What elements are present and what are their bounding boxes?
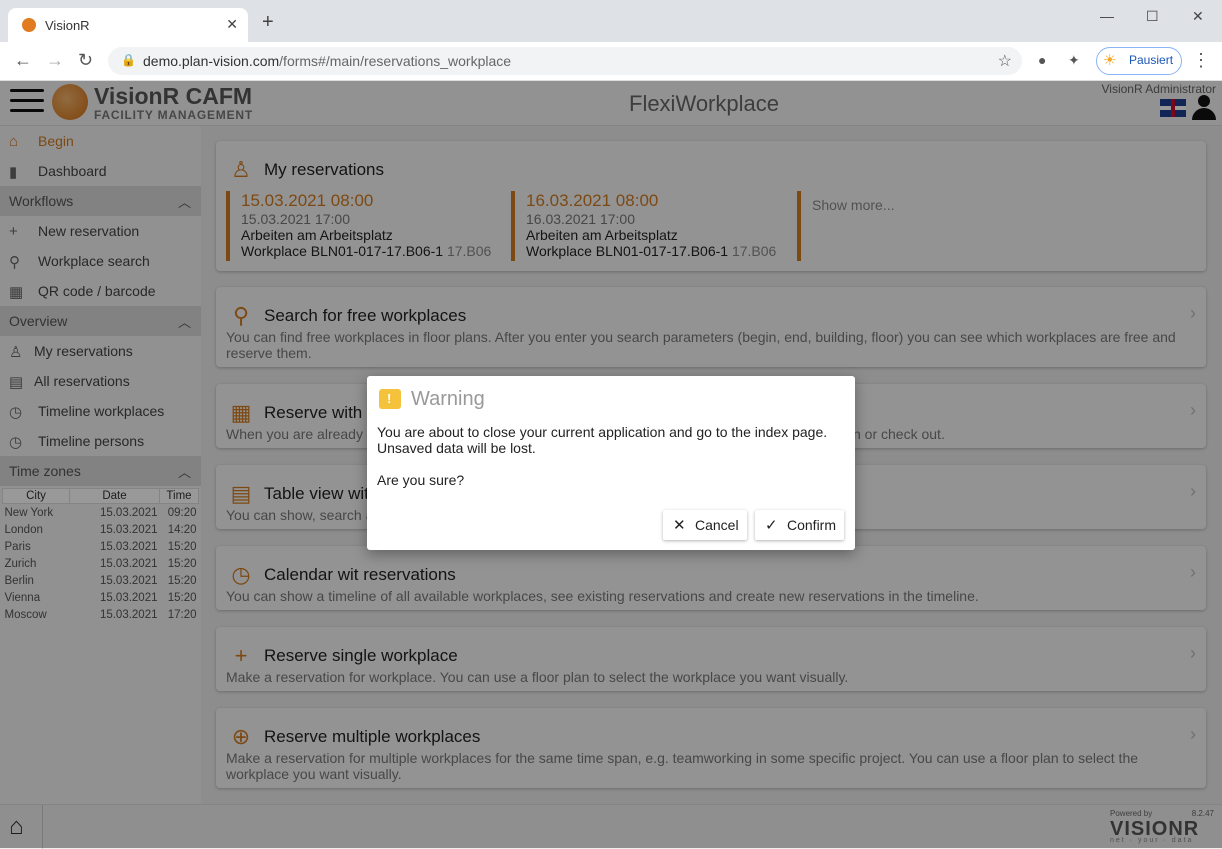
new-tab-icon[interactable]: +	[262, 12, 274, 32]
dialog-question: Are you sure?	[377, 472, 465, 488]
close-icon: ✕	[673, 517, 686, 534]
window-close-icon[interactable]: ✕	[1192, 8, 1204, 25]
maximize-icon[interactable]: ☐	[1146, 8, 1159, 25]
browser-menu-icon[interactable]: ⋮	[1192, 50, 1210, 71]
tab-close-icon[interactable]: ✕	[226, 16, 238, 33]
favicon-icon	[22, 18, 36, 32]
extension-circle-icon[interactable]: ●	[1038, 52, 1046, 68]
url-path: /forms#/main/reservations_workplace	[279, 53, 512, 69]
lock-icon: 🔒	[121, 53, 136, 67]
dialog-message: You are about to close your current appl…	[377, 424, 828, 456]
back-icon[interactable]: ←	[14, 50, 32, 71]
warning-icon: !	[379, 389, 401, 409]
check-icon: ✓	[765, 517, 778, 534]
url-host: demo.plan-vision.com	[143, 53, 280, 69]
warning-dialog: ! Warning You are about to close your cu…	[367, 376, 855, 550]
dialog-title: Warning	[411, 388, 485, 410]
forward-icon[interactable]: →	[46, 50, 64, 71]
profile-status: Pausiert	[1129, 53, 1174, 67]
address-bar[interactable]: 🔒 demo.plan-vision.com/forms#/main/reser…	[108, 47, 1022, 75]
confirm-button[interactable]: ✓ Confirm	[755, 510, 844, 540]
tab-title: VisionR	[45, 18, 90, 33]
reload-icon[interactable]: ↻	[78, 50, 93, 71]
sun-avatar-icon: ☀	[1103, 52, 1117, 69]
extensions-puzzle-icon[interactable]: ✦	[1068, 52, 1080, 69]
browser-tab-strip: VisionR ✕ + — ☐ ✕	[0, 0, 1222, 42]
bookmark-star-icon[interactable]: ☆	[998, 51, 1012, 71]
browser-tab[interactable]: VisionR ✕	[8, 8, 248, 42]
cancel-button[interactable]: ✕ Cancel	[663, 510, 747, 540]
minimize-icon[interactable]: —	[1100, 8, 1114, 24]
profile-button[interactable]: ☀ Pausiert	[1096, 47, 1182, 75]
browser-toolbar: ← → ↻ 🔒 demo.plan-vision.com/forms#/main…	[0, 42, 1222, 81]
